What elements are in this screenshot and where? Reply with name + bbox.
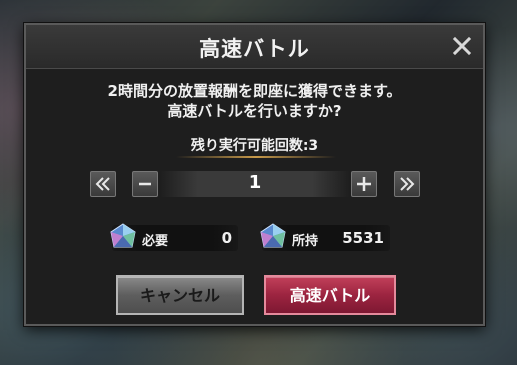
plus-icon [357,177,371,191]
cancel-button[interactable]: キャンセル [116,275,244,315]
last-button[interactable] [394,171,420,197]
owned-value: 5531 [342,229,384,247]
double-chevron-right-icon [400,177,415,191]
dialog-title: 高速バトル [199,37,310,61]
message-line-2: 高速バトルを行いますか? [167,102,342,120]
gem-icon [260,223,286,248]
remaining-count: 残り実行可能回数:3 [190,138,319,154]
required-label: 必要 [142,234,169,249]
owned-label: 所持 [292,234,319,249]
required-gems: 必要 0 [110,223,238,251]
first-button[interactable] [90,171,116,197]
double-chevron-left-icon [95,177,110,191]
dialog-message: 2時間分の放置報酬を即座に獲得できます。 高速バトルを行いますか? [26,81,483,121]
close-button[interactable] [451,35,473,57]
fast-battle-button[interactable]: 高速バトル [264,275,396,315]
fast-battle-dialog: 高速バトル 2時間分の放置報酬を即座に獲得できます。 高速バトルを行いますか? … [24,23,485,326]
message-line-1: 2時間分の放置報酬を即座に獲得できます。 [107,82,402,100]
quantity-value: 1 [248,172,262,193]
dialog-title-bar: 高速バトル [26,25,483,69]
minus-icon [139,182,151,186]
gem-icon [110,223,136,248]
required-value: 0 [221,229,232,247]
close-icon [452,36,472,56]
remaining-underline [176,156,336,158]
owned-gems: 所持 5531 [260,223,390,251]
minus-button[interactable] [132,171,158,197]
plus-button[interactable] [351,171,377,197]
